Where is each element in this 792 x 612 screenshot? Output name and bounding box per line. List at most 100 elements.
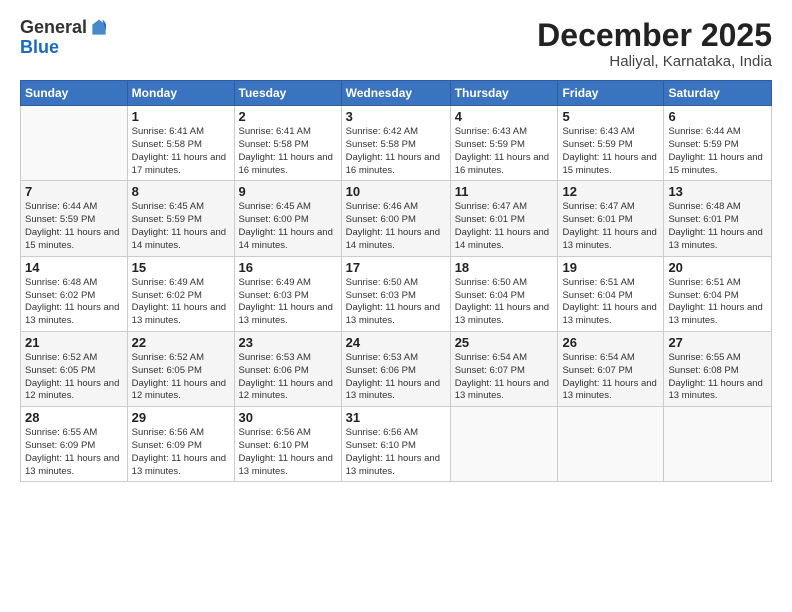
cell-info: Sunrise: 6:49 AMSunset: 6:02 PMDaylight:…	[132, 277, 230, 328]
cell-info: Sunrise: 6:41 AMSunset: 5:58 PMDaylight:…	[239, 126, 337, 177]
cell-info: Sunrise: 6:44 AMSunset: 5:59 PMDaylight:…	[25, 201, 123, 252]
day-number: 11	[455, 184, 554, 199]
cell-info: Sunrise: 6:47 AMSunset: 6:01 PMDaylight:…	[455, 201, 554, 252]
table-row	[664, 407, 772, 482]
header: General Blue December 2025 Haliyal, Karn…	[20, 18, 772, 70]
day-number: 28	[25, 410, 123, 425]
day-number: 15	[132, 260, 230, 275]
table-row: 11 Sunrise: 6:47 AMSunset: 6:01 PMDayligh…	[450, 181, 558, 256]
logo-general: General	[20, 18, 87, 38]
month-title: December 2025	[537, 18, 772, 53]
cell-info: Sunrise: 6:55 AMSunset: 6:08 PMDaylight:…	[668, 352, 767, 403]
calendar-week-5: 28 Sunrise: 6:55 AMSunset: 6:09 PMDayligh…	[21, 407, 772, 482]
table-row: 23 Sunrise: 6:53 AMSunset: 6:06 PMDayligh…	[234, 331, 341, 406]
day-number: 10	[346, 184, 446, 199]
calendar-week-2: 7 Sunrise: 6:44 AMSunset: 5:59 PMDaylight…	[21, 181, 772, 256]
day-number: 31	[346, 410, 446, 425]
calendar-week-1: 1Sunrise: 6:41 AMSunset: 5:58 PMDaylight…	[21, 106, 772, 181]
table-row	[21, 106, 128, 181]
cell-info: Sunrise: 6:45 AMSunset: 5:59 PMDaylight:…	[132, 201, 230, 252]
day-number: 30	[239, 410, 337, 425]
table-row: 15 Sunrise: 6:49 AMSunset: 6:02 PMDayligh…	[127, 256, 234, 331]
cell-info: Sunrise: 6:56 AMSunset: 6:10 PMDaylight:…	[239, 427, 337, 478]
cell-info: Sunrise: 6:44 AMSunset: 5:59 PMDaylight:…	[668, 126, 767, 177]
table-row: 8Sunrise: 6:45 AMSunset: 5:59 PMDaylight…	[127, 181, 234, 256]
title-section: December 2025 Haliyal, Karnataka, India	[537, 18, 772, 70]
col-saturday: Saturday	[664, 81, 772, 106]
day-number: 27	[668, 335, 767, 350]
table-row	[450, 407, 558, 482]
cell-info: Sunrise: 6:55 AMSunset: 6:09 PMDaylight:…	[25, 427, 123, 478]
table-row: 13 Sunrise: 6:48 AMSunset: 6:01 PMDayligh…	[664, 181, 772, 256]
page: General Blue December 2025 Haliyal, Karn…	[0, 0, 792, 612]
location: Haliyal, Karnataka, India	[537, 53, 772, 70]
cell-info: Sunrise: 6:51 AMSunset: 6:04 PMDaylight:…	[562, 277, 659, 328]
day-number: 6	[668, 109, 767, 124]
calendar-week-3: 14 Sunrise: 6:48 AMSunset: 6:02 PMDayligh…	[21, 256, 772, 331]
day-number: 7	[25, 184, 123, 199]
cell-info: Sunrise: 6:47 AMSunset: 6:01 PMDaylight:…	[562, 201, 659, 252]
col-tuesday: Tuesday	[234, 81, 341, 106]
table-row: 22Sunrise: 6:52 AMSunset: 6:05 PMDayligh…	[127, 331, 234, 406]
table-row: 24Sunrise: 6:53 AMSunset: 6:06 PMDayligh…	[341, 331, 450, 406]
table-row: 16 Sunrise: 6:49 AMSunset: 6:03 PMDayligh…	[234, 256, 341, 331]
day-number: 4	[455, 109, 554, 124]
col-thursday: Thursday	[450, 81, 558, 106]
cell-info: Sunrise: 6:49 AMSunset: 6:03 PMDaylight:…	[239, 277, 337, 328]
cell-info: Sunrise: 6:54 AMSunset: 6:07 PMDaylight:…	[455, 352, 554, 403]
cell-info: Sunrise: 6:45 AMSunset: 6:00 PMDaylight:…	[239, 201, 337, 252]
table-row: 28 Sunrise: 6:55 AMSunset: 6:09 PMDayligh…	[21, 407, 128, 482]
day-number: 16	[239, 260, 337, 275]
day-number: 17	[346, 260, 446, 275]
day-number: 14	[25, 260, 123, 275]
day-number: 2	[239, 109, 337, 124]
cell-info: Sunrise: 6:52 AMSunset: 6:05 PMDaylight:…	[25, 352, 123, 403]
table-row: 31 Sunrise: 6:56 AMSunset: 6:10 PMDayligh…	[341, 407, 450, 482]
logo-icon	[89, 18, 109, 38]
table-row: 27 Sunrise: 6:55 AMSunset: 6:08 PMDayligh…	[664, 331, 772, 406]
table-row: 12Sunrise: 6:47 AMSunset: 6:01 PMDayligh…	[558, 181, 664, 256]
cell-info: Sunrise: 6:43 AMSunset: 5:59 PMDaylight:…	[562, 126, 659, 177]
day-number: 5	[562, 109, 659, 124]
cell-info: Sunrise: 6:42 AMSunset: 5:58 PMDaylight:…	[346, 126, 446, 177]
table-row	[558, 407, 664, 482]
cell-info: Sunrise: 6:50 AMSunset: 6:03 PMDaylight:…	[346, 277, 446, 328]
cell-info: Sunrise: 6:51 AMSunset: 6:04 PMDaylight:…	[668, 277, 767, 328]
table-row: 1Sunrise: 6:41 AMSunset: 5:58 PMDaylight…	[127, 106, 234, 181]
day-number: 26	[562, 335, 659, 350]
day-number: 25	[455, 335, 554, 350]
cell-info: Sunrise: 6:48 AMSunset: 6:01 PMDaylight:…	[668, 201, 767, 252]
cell-info: Sunrise: 6:46 AMSunset: 6:00 PMDaylight:…	[346, 201, 446, 252]
cell-info: Sunrise: 6:43 AMSunset: 5:59 PMDaylight:…	[455, 126, 554, 177]
table-row: 10 Sunrise: 6:46 AMSunset: 6:00 PMDayligh…	[341, 181, 450, 256]
day-number: 19	[562, 260, 659, 275]
table-row: 21 Sunrise: 6:52 AMSunset: 6:05 PMDayligh…	[21, 331, 128, 406]
header-row: Sunday Monday Tuesday Wednesday Thursday…	[21, 81, 772, 106]
table-row: 19 Sunrise: 6:51 AMSunset: 6:04 PMDayligh…	[558, 256, 664, 331]
calendar-table: Sunday Monday Tuesday Wednesday Thursday…	[20, 80, 772, 482]
day-number: 13	[668, 184, 767, 199]
table-row: 18Sunrise: 6:50 AMSunset: 6:04 PMDayligh…	[450, 256, 558, 331]
day-number: 21	[25, 335, 123, 350]
cell-info: Sunrise: 6:53 AMSunset: 6:06 PMDaylight:…	[346, 352, 446, 403]
col-friday: Friday	[558, 81, 664, 106]
table-row: 14 Sunrise: 6:48 AMSunset: 6:02 PMDayligh…	[21, 256, 128, 331]
table-row: 9 Sunrise: 6:45 AMSunset: 6:00 PMDaylight…	[234, 181, 341, 256]
logo: General Blue	[20, 18, 109, 58]
table-row: 25 Sunrise: 6:54 AMSunset: 6:07 PMDayligh…	[450, 331, 558, 406]
col-monday: Monday	[127, 81, 234, 106]
cell-info: Sunrise: 6:53 AMSunset: 6:06 PMDaylight:…	[239, 352, 337, 403]
day-number: 22	[132, 335, 230, 350]
day-number: 29	[132, 410, 230, 425]
logo-blue: Blue	[20, 37, 59, 57]
day-number: 3	[346, 109, 446, 124]
cell-info: Sunrise: 6:48 AMSunset: 6:02 PMDaylight:…	[25, 277, 123, 328]
day-number: 9	[239, 184, 337, 199]
table-row: 20Sunrise: 6:51 AMSunset: 6:04 PMDayligh…	[664, 256, 772, 331]
table-row: 29Sunrise: 6:56 AMSunset: 6:09 PMDayligh…	[127, 407, 234, 482]
table-row: 4 Sunrise: 6:43 AMSunset: 5:59 PMDaylight…	[450, 106, 558, 181]
table-row: 3 Sunrise: 6:42 AMSunset: 5:58 PMDaylight…	[341, 106, 450, 181]
cell-info: Sunrise: 6:56 AMSunset: 6:10 PMDaylight:…	[346, 427, 446, 478]
table-row: 30 Sunrise: 6:56 AMSunset: 6:10 PMDayligh…	[234, 407, 341, 482]
day-number: 23	[239, 335, 337, 350]
